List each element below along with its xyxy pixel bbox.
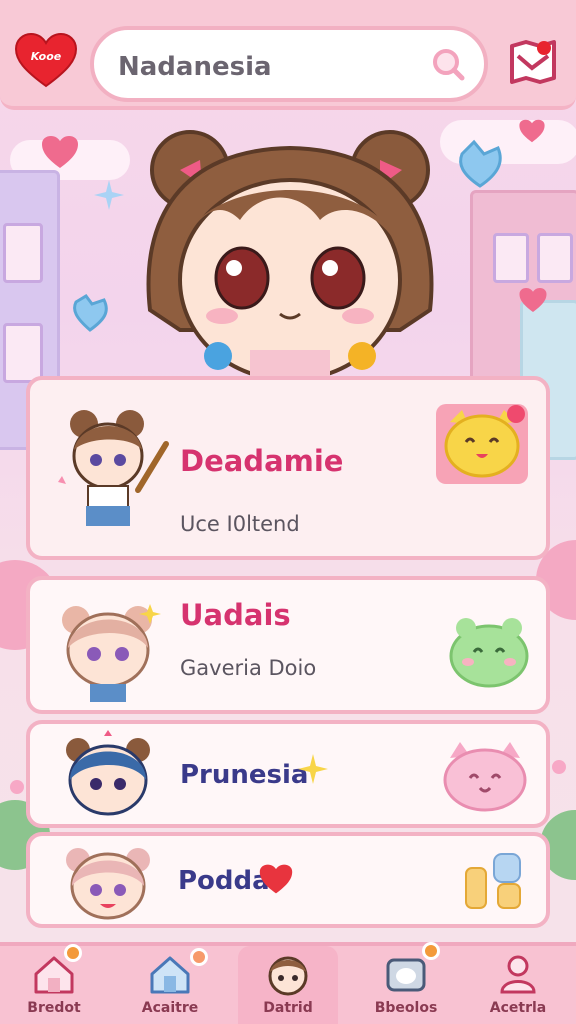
nav-item-datrid[interactable]: Datrid — [238, 946, 338, 1024]
toy-figure-icon[interactable] — [460, 848, 530, 914]
user-icon — [500, 955, 536, 994]
card-title: Uadais — [180, 598, 291, 632]
avatar-chibi-boy-3 — [66, 730, 150, 816]
sparkle-icon — [94, 180, 124, 210]
heart-logo-icon[interactable]: Kooe — [14, 32, 78, 90]
yellow-cat-pet-icon[interactable] — [434, 402, 530, 486]
notification-badge — [190, 948, 208, 966]
search-bar[interactable]: Nadanesia — [90, 26, 488, 102]
sparkle-icon — [298, 754, 328, 784]
nav-item-acaitre[interactable]: Acaitre — [120, 946, 220, 1024]
nav-label: Acetrla — [489, 1000, 547, 1016]
nav-item-bredot[interactable]: Bredot — [4, 944, 104, 1024]
search-input[interactable]: Nadanesia — [118, 52, 272, 82]
heart-decoration-icon — [42, 136, 78, 168]
house-icon — [150, 956, 190, 994]
avatar-chibi-girl-4 — [66, 848, 150, 920]
nav-label: Bbeolos — [374, 1000, 438, 1016]
nav-item-acetrla[interactable]: Acetrla — [468, 946, 568, 1024]
heart-right-icon — [519, 288, 547, 312]
nav-item-bbeolos[interactable]: Bbeolos — [356, 942, 456, 1024]
map-icon[interactable] — [508, 38, 558, 86]
character-card-2[interactable]: Uadais Gaveria Doio — [26, 576, 550, 714]
heart-blue-left-icon — [73, 294, 108, 332]
tv-icon — [386, 958, 426, 992]
avatar-chibi-girl-2 — [62, 604, 161, 702]
notification-badge — [422, 942, 440, 960]
character-card-1[interactable]: Deadamie Uce I0ltend — [26, 376, 550, 560]
heart-blue-decoration-icon — [459, 139, 502, 188]
avatar-chibi-girl-1 — [58, 410, 169, 526]
face-icon — [268, 956, 308, 996]
card-title: Deadamie — [180, 444, 344, 478]
character-card-4[interactable]: Podda — [26, 832, 550, 928]
search-icon[interactable] — [430, 46, 466, 82]
nav-label: Bredot — [27, 1000, 81, 1016]
hero-character-illustration — [146, 130, 434, 380]
heart-small-icon — [519, 119, 545, 143]
pink-cat-pet-icon[interactable] — [440, 740, 530, 812]
app-header: Kooe Nadanesia — [0, 0, 576, 110]
card-subtitle: Gaveria Doio — [180, 656, 317, 680]
heart-icon — [259, 864, 293, 894]
card-subtitle: Uce I0ltend — [180, 512, 300, 536]
nav-label: Acaitre — [141, 1000, 199, 1016]
green-frog-pet-icon[interactable] — [446, 616, 532, 688]
logo-text: Kooe — [30, 50, 62, 63]
nav-label: Datrid — [263, 1000, 313, 1016]
notification-badge — [64, 944, 82, 962]
card-title: Prunesia — [180, 760, 309, 790]
character-card-3[interactable]: Prunesia — [26, 720, 550, 828]
bottom-nav: Bredot Acaitre Datrid Bbeolos Acetrla — [0, 942, 576, 1024]
card-title: Podda — [178, 866, 270, 896]
